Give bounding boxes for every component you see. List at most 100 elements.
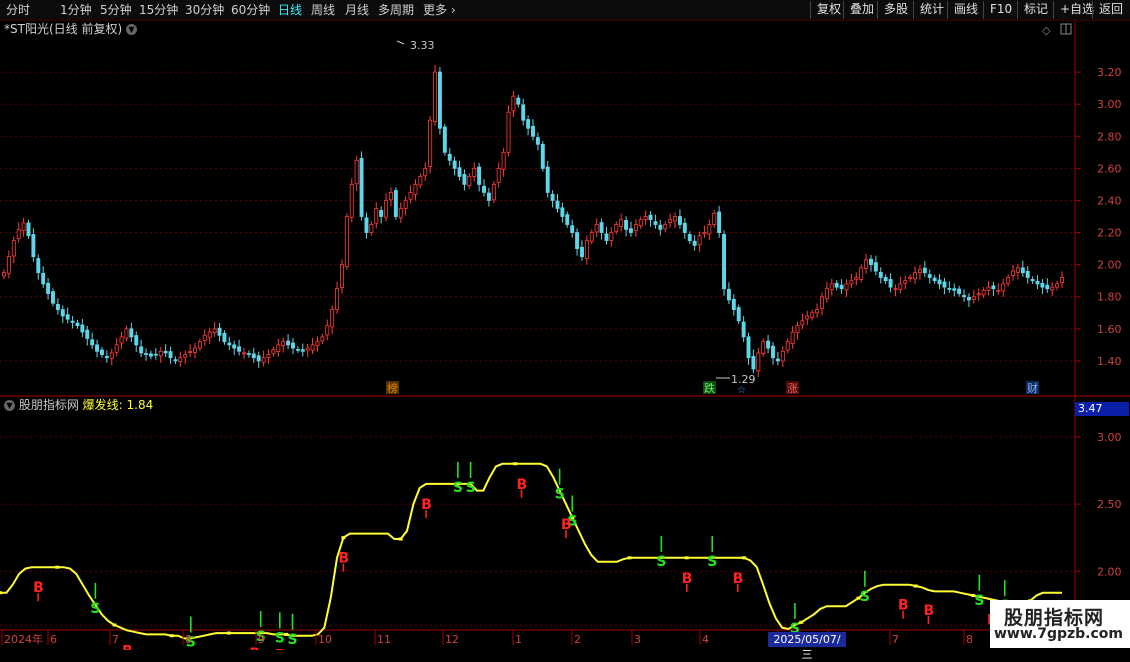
candle-body (398, 208, 403, 219)
signals-group: SSSSSSSSSSSSSSSBBBBBBBBBBBBB (33, 461, 1010, 650)
candle-body (305, 347, 310, 351)
x-axis-label: 7 (892, 633, 899, 646)
candle-body (952, 288, 957, 291)
indicator-tick-label: 2.00 (1097, 565, 1122, 578)
candle-body (119, 336, 124, 344)
candle-body (859, 267, 864, 280)
buy-signal: B (249, 646, 260, 650)
candle-body (6, 256, 11, 274)
line-dot (226, 631, 231, 635)
candle-body (942, 281, 947, 288)
candle-body (751, 356, 756, 370)
sell-signal: S (453, 480, 463, 496)
line-dot (112, 623, 117, 627)
candle-body (104, 356, 109, 359)
candle-body (834, 282, 839, 288)
diamond-icon[interactable]: ◇ (1042, 24, 1051, 37)
candle-body (442, 126, 447, 153)
line-dot (513, 462, 518, 466)
candle-body (340, 264, 344, 288)
price-tick-label: 1.40 (1097, 355, 1122, 368)
candle-body (310, 344, 315, 351)
candle-body (986, 286, 991, 291)
candle-body (864, 259, 869, 269)
candle-body (535, 137, 540, 145)
price-tick-label: 1.60 (1097, 323, 1122, 336)
candle-body (550, 193, 555, 201)
candle-body (844, 283, 849, 291)
candle-body (673, 216, 678, 222)
sell-signal: S (90, 601, 100, 617)
candle-body (815, 309, 820, 314)
indicator-tick-label: 3.00 (1097, 431, 1122, 444)
candle-body (281, 341, 286, 346)
candle-body (173, 359, 178, 362)
line-dot (913, 584, 918, 588)
candle-body (1011, 270, 1015, 276)
event-tag-die[interactable]: 跌 (704, 381, 715, 395)
grid-lines (0, 71, 1075, 626)
candle-body (261, 357, 266, 363)
candle-body (1060, 277, 1064, 284)
candle-body (584, 240, 589, 259)
candle-body (976, 293, 981, 296)
candle-body (232, 344, 237, 349)
candle-body (153, 353, 158, 356)
candle-body (1025, 270, 1030, 278)
sell-signal: S (466, 480, 476, 496)
candle-body (183, 354, 188, 358)
x-axis-label: 12 (445, 633, 459, 646)
candle-body (354, 159, 359, 185)
candle-body (55, 304, 60, 310)
candle-body (682, 222, 687, 233)
candle-body (628, 228, 633, 233)
candle-body (932, 277, 937, 282)
candle-body (697, 235, 702, 246)
candle-body (785, 341, 790, 351)
candle-body (570, 225, 575, 233)
candle-body (148, 353, 153, 357)
candle-body (506, 111, 511, 153)
event-tag-zhang[interactable]: 涨 (787, 382, 798, 395)
candle-body (418, 175, 423, 186)
candle-body (26, 222, 31, 237)
line-dot (55, 565, 60, 569)
candle-body (824, 288, 829, 300)
candle-body (237, 346, 242, 352)
chevron-down-icon[interactable]: ▼ (4, 400, 15, 411)
candle-body (95, 344, 100, 352)
crosshair-date: 2025/05/07/三 (768, 632, 846, 661)
candle-body (217, 327, 222, 336)
candles-group (2, 65, 1064, 377)
chevron-down-icon[interactable]: ▼ (125, 24, 137, 35)
candle-body (599, 222, 604, 233)
event-tag-cai[interactable]: 财 (1027, 381, 1038, 395)
price-axis: 1.40 1.60 1.80 2.00 2.20 2.40 2.60 2.80 3.00 3.20 (1075, 66, 1122, 368)
candle-body (1040, 282, 1045, 288)
candle-body (65, 314, 70, 320)
candle-body (991, 285, 996, 290)
current-price-box: 3.47 (1075, 402, 1129, 416)
x-axis-label: 7 (112, 633, 119, 646)
candle-body (609, 232, 614, 241)
candle-body (1055, 283, 1060, 288)
candle-body (129, 328, 134, 338)
candle-body (761, 341, 766, 354)
candle-body (207, 331, 212, 338)
candle-body (648, 214, 653, 221)
candle-body (1045, 284, 1050, 290)
candle-body (614, 224, 619, 232)
candle-body (251, 353, 256, 359)
star-icon[interactable]: ☆ (737, 385, 746, 396)
event-tag-bang[interactable]: 榜 (387, 381, 398, 395)
candle-body (457, 167, 462, 177)
candle-body (805, 315, 810, 320)
candle-body (325, 325, 330, 336)
candle-body (349, 184, 354, 218)
candle-body (526, 119, 531, 129)
candle-body (344, 216, 349, 267)
x-axis-label: 8 (966, 633, 973, 646)
candle-body (256, 355, 261, 362)
kline-chart[interactable]: 1.40 1.60 1.80 2.00 2.20 2.40 2.60 2.80 3.00 3.20… (0, 0, 1130, 650)
x-axis-label: 2 (574, 633, 581, 646)
